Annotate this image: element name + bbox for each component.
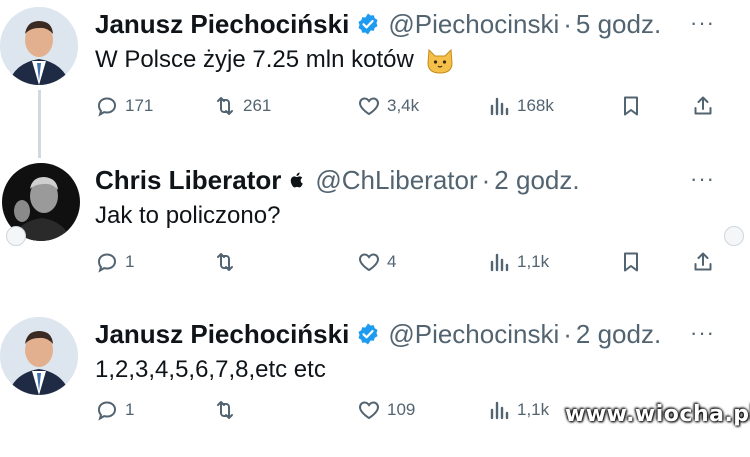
dot-separator: · [481,164,491,195]
retweet-button[interactable] [213,394,237,426]
tweet-text: W Polsce żyje 7.25 mln kotów [95,46,454,74]
retweet-count: 261 [243,96,272,115]
views-icon [490,97,509,116]
reply-icon [97,401,117,421]
tweet-text: 1,2,3,4,5,6,7,8,etc etc [95,356,326,384]
more-options-icon[interactable]: ··· [690,320,715,346]
reply-button[interactable]: 171 [95,90,153,122]
retweet-icon [217,253,233,271]
share-icon [694,252,712,271]
views-button[interactable]: 1,1k [487,246,549,278]
author-handle[interactable]: @ChLiberator [315,165,477,196]
author-handle[interactable]: @Piechocinski [388,9,559,40]
views-icon [490,401,509,420]
heart-icon [359,97,379,116]
verified-badge-icon [358,13,378,35]
dot-separator: · [563,318,572,349]
carousel-prev-icon[interactable] [6,226,26,246]
like-button[interactable]: 109 [357,394,415,426]
like-button[interactable]: 3,4k [357,90,419,122]
like-count: 4 [387,252,397,271]
dot-separator: · [563,8,572,39]
view-count: 1,1k [517,400,550,419]
tweet-3[interactable]: Janusz Piechociński @Piechocinski · 2 go… [0,312,750,457]
carousel-next-icon[interactable] [724,226,744,246]
reply-icon [97,97,117,117]
avatar[interactable] [0,7,78,85]
timestamp[interactable]: 5 godz. [576,9,661,40]
tweet-2[interactable]: Chris Liberator @ChLiberator · 2 godz. ·… [0,158,750,303]
author-name[interactable]: Chris Liberator [95,165,281,196]
bookmark-button[interactable] [619,90,643,122]
retweet-icon [217,97,233,115]
tweet-actions: 171 261 3,4k 168k [95,90,725,122]
cat-face-icon [427,48,453,74]
bookmark-icon [624,96,638,116]
tweet-thread: Janusz Piechociński @Piechocinski · 5 go… [0,0,750,442]
tweet-text: Jak to policzono? [95,202,280,230]
share-icon [694,96,712,115]
avatar[interactable] [0,317,78,395]
tweet-text-content: 1,2,3,4,5,6,7,8,etc etc [95,356,326,383]
reply-count: 171 [125,96,154,115]
retweet-icon [217,401,233,419]
timestamp[interactable]: 2 godz. [494,165,579,196]
views-button[interactable]: 1,1k [487,394,549,426]
share-button[interactable] [691,246,715,278]
view-count: 168k [517,96,554,115]
watermark: www.wiocha.pl [565,402,750,427]
reply-button[interactable]: 1 [95,394,134,426]
more-options-icon[interactable]: ··· [690,10,715,36]
bookmark-button[interactable] [619,246,643,278]
tweet-header: Chris Liberator @ChLiberator · 2 godz. [95,164,580,196]
reply-icon [97,253,117,273]
tweet-actions: 1 4 1,1k [95,246,725,278]
like-count: 3,4k [387,96,420,115]
more-options-icon[interactable]: ··· [690,166,715,192]
apple-icon [291,172,304,188]
tweet-1[interactable]: Janusz Piechociński @Piechocinski · 5 go… [0,2,750,147]
reply-count: 1 [125,252,135,271]
share-button[interactable] [691,90,715,122]
retweet-button[interactable]: 261 [213,90,271,122]
tweet-text-content: Jak to policzono? [95,202,281,229]
view-count: 1,1k [517,252,550,271]
tweet-header: Janusz Piechociński @Piechocinski · 2 go… [95,318,661,350]
like-count: 109 [387,400,416,419]
heart-icon [359,253,379,272]
tweet-header: Janusz Piechociński @Piechocinski · 5 go… [95,8,661,40]
author-name[interactable]: Janusz Piechociński [95,9,349,40]
views-icon [490,253,509,272]
heart-icon [359,401,379,420]
reply-count: 1 [125,400,135,419]
author-handle[interactable]: @Piechocinski [388,319,559,350]
bookmark-icon [624,252,638,272]
author-name[interactable]: Janusz Piechociński [95,319,349,350]
tweet-text-content: W Polsce żyje 7.25 mln kotów [95,46,414,73]
like-button[interactable]: 4 [357,246,396,278]
verified-badge-icon [358,323,378,345]
timestamp[interactable]: 2 godz. [576,319,661,350]
views-button[interactable]: 168k [487,90,554,122]
reply-button[interactable]: 1 [95,246,134,278]
retweet-button[interactable] [213,246,237,278]
